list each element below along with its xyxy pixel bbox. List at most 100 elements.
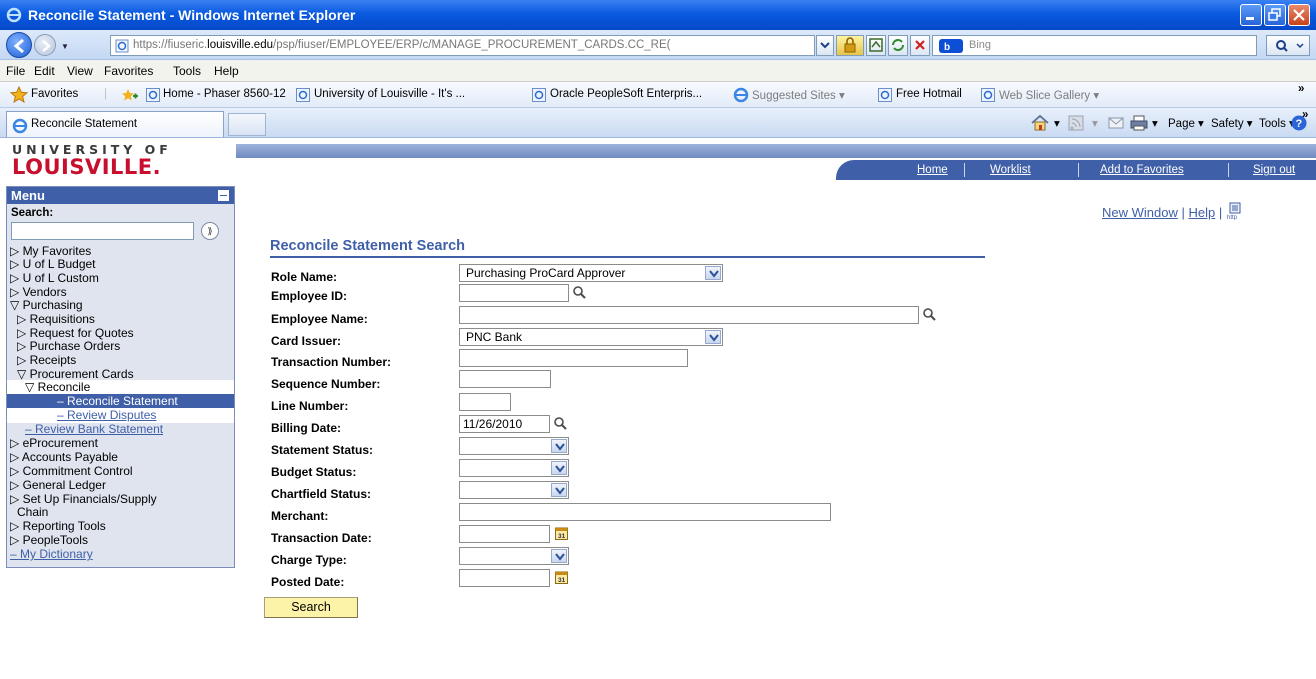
budget-status-select[interactable] — [459, 459, 569, 477]
search-submit-button[interactable] — [1266, 35, 1310, 56]
print-dropdown-icon[interactable]: ▾ — [1152, 116, 1158, 130]
sidebar-item-procurement-cards[interactable]: ▽ Procurement Cards — [17, 367, 134, 381]
home-dropdown-icon[interactable]: ▾ — [1054, 116, 1060, 130]
print-icon[interactable] — [1130, 114, 1148, 132]
help-link[interactable]: Help — [1189, 205, 1216, 220]
menu-help[interactable]: Help — [214, 64, 239, 78]
sidebar-item-review-disputes[interactable]: – Review Disputes — [7, 408, 234, 423]
search-input[interactable]: b Bing — [932, 35, 1257, 56]
nav-add-favorites-link[interactable]: Add to Favorites — [1100, 164, 1184, 176]
merchant-input[interactable] — [459, 503, 831, 521]
new-tab-button[interactable] — [228, 113, 266, 136]
forward-button[interactable] — [34, 34, 56, 56]
fav-oracle[interactable]: Oracle PeopleSoft Enterpris... — [550, 88, 702, 100]
fav-phaser[interactable]: Home - Phaser 8560-12 — [163, 88, 286, 100]
safety-menu[interactable]: Safety ▾ — [1211, 116, 1253, 130]
charge-type-select[interactable] — [459, 547, 569, 565]
sidebar-item-purchasing[interactable]: ▽ Purchasing — [10, 298, 83, 312]
menu-search-go-button[interactable]: ⟫ — [201, 222, 219, 240]
sidebar-item-peopletools[interactable]: ▷ PeopleTools — [10, 533, 88, 547]
favbar-overflow-icon[interactable]: » — [1298, 83, 1304, 95]
menu-search-input[interactable] — [11, 222, 194, 240]
sidebar-item-commitment-control[interactable]: ▷ Commitment Control — [10, 464, 133, 478]
sidebar-item-reconcile[interactable]: ▽ Reconcile — [7, 380, 234, 395]
lookup-magnifier-icon[interactable] — [922, 307, 936, 321]
address-dropdown-button[interactable] — [816, 35, 834, 56]
calendar-icon[interactable]: 31 — [555, 527, 568, 540]
employee-id-input[interactable] — [459, 284, 569, 302]
sidebar-item-my-favorites[interactable]: ▷ My Favorites — [10, 244, 91, 258]
sidebar-item-request-for-quotes[interactable]: ▷ Request for Quotes — [17, 326, 134, 340]
transaction-number-label: Transaction Number: — [271, 355, 392, 369]
sidebar-item-eprocurement[interactable]: ▷ eProcurement — [10, 436, 98, 450]
address-input[interactable]: https://fiuseric.louisville.edu/psp/fius… — [110, 35, 815, 56]
menu-tools[interactable]: Tools — [173, 64, 201, 78]
sequence-number-input[interactable] — [459, 370, 551, 388]
back-button[interactable] — [6, 32, 32, 58]
sidebar-item-receipts[interactable]: ▷ Receipts — [17, 353, 76, 367]
sidebar-item-uofl-custom[interactable]: ▷ U of L Custom — [10, 271, 99, 285]
minimize-button[interactable] — [1240, 4, 1262, 26]
http-icon[interactable]: http — [1226, 202, 1244, 221]
close-button[interactable] — [1288, 4, 1310, 26]
cmdbar-overflow-icon[interactable]: » — [1302, 109, 1308, 121]
collapse-menu-icon[interactable] — [218, 190, 229, 201]
menu-view[interactable]: View — [67, 64, 93, 78]
favorites-button[interactable]: Favorites — [31, 88, 78, 100]
transaction-number-input[interactable] — [459, 349, 688, 367]
tab-reconcile-statement[interactable]: Reconcile Statement — [6, 111, 224, 137]
role-name-select[interactable]: Purchasing ProCard Approver — [459, 264, 723, 282]
sidebar-item-reporting-tools[interactable]: ▷ Reporting Tools — [10, 519, 106, 533]
statement-status-select[interactable] — [459, 437, 569, 455]
nav-sign-out-link[interactable]: Sign out — [1253, 164, 1295, 176]
calendar-icon[interactable]: 31 — [555, 571, 568, 584]
nav-worklist-link[interactable]: Worklist — [990, 164, 1031, 176]
sidebar-item-setup-financials[interactable]: ▷ Set Up Financials/Supply — [10, 492, 157, 506]
compatibility-view-button[interactable] — [866, 35, 886, 56]
menu-file[interactable]: File — [6, 64, 25, 78]
lookup-magnifier-icon[interactable] — [572, 285, 586, 299]
maximize-button[interactable] — [1264, 4, 1286, 26]
add-favorite-icon[interactable] — [121, 88, 139, 102]
page-menu[interactable]: Page ▾ — [1168, 116, 1204, 130]
lookup-magnifier-icon[interactable] — [553, 416, 567, 430]
chartfield-status-select[interactable] — [459, 481, 569, 499]
stop-button[interactable] — [910, 35, 930, 56]
line-number-input[interactable] — [459, 393, 511, 411]
sidebar-item-general-ledger[interactable]: ▷ General Ledger — [10, 478, 106, 492]
sidebar-item-reconcile-statement[interactable]: – Reconcile Statement — [7, 394, 234, 409]
sidebar-item-my-dictionary[interactable]: – My Dictionary — [10, 547, 93, 561]
feeds-icon[interactable] — [1068, 115, 1084, 131]
new-window-link[interactable]: New Window — [1102, 205, 1178, 220]
employee-name-input[interactable] — [459, 306, 919, 324]
fav-hotmail[interactable]: Free Hotmail — [896, 88, 962, 100]
menu-favorites[interactable]: Favorites — [104, 64, 153, 78]
fav-suggested-sites[interactable]: Suggested Sites ▾ — [752, 88, 845, 102]
home-icon[interactable] — [1030, 114, 1050, 132]
transaction-date-input[interactable] — [459, 525, 550, 543]
menu-edit[interactable]: Edit — [34, 64, 55, 78]
fav-web-slice[interactable]: Web Slice Gallery ▾ — [999, 88, 1099, 102]
sidebar-item-requisitions[interactable]: ▷ Requisitions — [17, 312, 95, 326]
billing-date-input[interactable]: 11/26/2010 — [459, 415, 550, 433]
sidebar-item-vendors[interactable]: ▷ Vendors — [10, 285, 67, 299]
sidebar-item-setup-financials-cont[interactable]: Chain — [17, 505, 48, 519]
sidebar-item-review-bank-statement[interactable]: – Review Bank Statement — [25, 422, 163, 436]
mail-icon[interactable] — [1108, 116, 1124, 130]
nav-home-link[interactable]: Home — [917, 164, 948, 176]
refresh-button[interactable] — [888, 35, 908, 56]
chevron-down-icon — [551, 483, 567, 497]
fav-uofl[interactable]: University of Louisville - It's ... — [314, 88, 465, 100]
security-lock-button[interactable] — [836, 35, 864, 56]
feeds-dropdown-icon[interactable]: ▾ — [1092, 116, 1098, 130]
sidebar-item-accounts-payable[interactable]: ▷ Accounts Payable — [10, 450, 118, 464]
ie-page-icon — [981, 88, 995, 102]
search-button[interactable]: Search — [264, 597, 358, 618]
sidebar-item-purchase-orders[interactable]: ▷ Purchase Orders — [17, 339, 120, 353]
recent-pages-dropdown-icon[interactable]: ▼ — [61, 42, 69, 51]
sidebar-item-uofl-budget[interactable]: ▷ U of L Budget — [10, 257, 96, 271]
posted-date-input[interactable] — [459, 569, 550, 587]
ie-page-icon — [146, 88, 160, 102]
window-title: Reconcile Statement - Windows Internet E… — [28, 7, 356, 23]
card-issuer-select[interactable]: PNC Bank — [459, 328, 723, 346]
